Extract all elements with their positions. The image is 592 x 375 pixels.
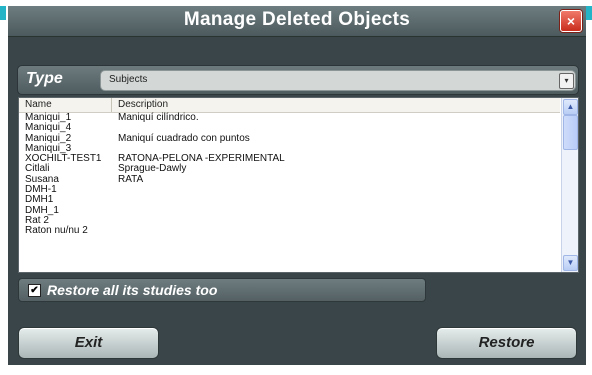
list-item[interactable]: Rat 2	[19, 215, 560, 226]
column-header-name[interactable]: Name	[25, 99, 52, 110]
scroll-up-icon[interactable]: ▲	[563, 99, 578, 115]
item-description: Sprague-Dawly	[118, 163, 187, 175]
chevron-down-icon[interactable]: ▾	[559, 73, 574, 89]
item-name: DMH1	[25, 194, 54, 206]
list-item[interactable]: DMH_1	[19, 205, 560, 216]
item-description: Maniquí cilíndrico.	[118, 112, 199, 123]
column-divider[interactable]	[111, 98, 112, 112]
list-rows: Maniqui_1 Maniquí cilíndrico. Maniqui_4 M…	[19, 113, 560, 237]
type-label: Type	[26, 70, 63, 87]
list-item[interactable]: Maniqui_1 Maniquí cilíndrico.	[19, 113, 560, 123]
scroll-thumb[interactable]	[563, 115, 578, 150]
list-item[interactable]: DMH-1	[19, 185, 560, 195]
manage-deleted-objects-dialog: Manage Deleted Objects × Type Subjects ▾…	[8, 6, 586, 365]
close-icon: ×	[566, 13, 576, 29]
restore-studies-checkbox[interactable]: ✔	[28, 284, 41, 297]
restore-studies-label[interactable]: Restore all its studies too	[47, 282, 217, 298]
list-scrollbar[interactable]: ▲ ▼	[561, 98, 578, 272]
item-description: RATA	[118, 173, 144, 185]
list-item[interactable]: Maniqui_2 Maniquí cuadrado con puntos	[19, 132, 560, 144]
item-name: Citlali	[25, 163, 50, 175]
dialog-title: Manage Deleted Objects	[183, 9, 411, 30]
column-header-description[interactable]: Description	[118, 99, 168, 110]
item-description: Maniquí cuadrado con puntos	[118, 132, 250, 144]
list-header: Name Description	[19, 98, 560, 113]
list-item[interactable]: Raton nu/nu 2	[19, 226, 560, 236]
type-row: Type Subjects ▾	[17, 65, 579, 95]
window-accent-right	[586, 6, 592, 20]
item-name: Maniqui_4	[25, 122, 72, 134]
deleted-objects-list[interactable]: Name Description Maniqui_1 Maniquí cilínd…	[18, 97, 579, 273]
app-window: Manage Deleted Objects × Type Subjects ▾…	[0, 0, 592, 375]
list-item[interactable]: XOCHILT-TEST1 RATONA-PELONA -EXPERIMENTAL	[19, 154, 560, 164]
title-bar: Manage Deleted Objects ×	[8, 6, 586, 37]
restore-studies-row: ✔ Restore all its studies too	[18, 278, 426, 302]
list-item[interactable]: Susana RATA	[19, 173, 560, 185]
window-accent-left	[0, 6, 6, 20]
restore-button[interactable]: Restore	[436, 327, 577, 359]
type-dropdown[interactable]: Subjects ▾	[100, 70, 576, 91]
exit-button[interactable]: Exit	[18, 327, 159, 359]
list-item[interactable]: DMH1	[19, 195, 560, 205]
item-name: Raton nu/nu 2	[25, 225, 88, 237]
list-item[interactable]: Citlali Sprague-Dawly	[19, 164, 560, 174]
type-dropdown-value: Subjects	[109, 74, 148, 85]
close-button[interactable]: ×	[560, 10, 582, 32]
list-item[interactable]: Maniqui_4	[19, 123, 560, 133]
scroll-down-icon[interactable]: ▼	[563, 255, 578, 271]
